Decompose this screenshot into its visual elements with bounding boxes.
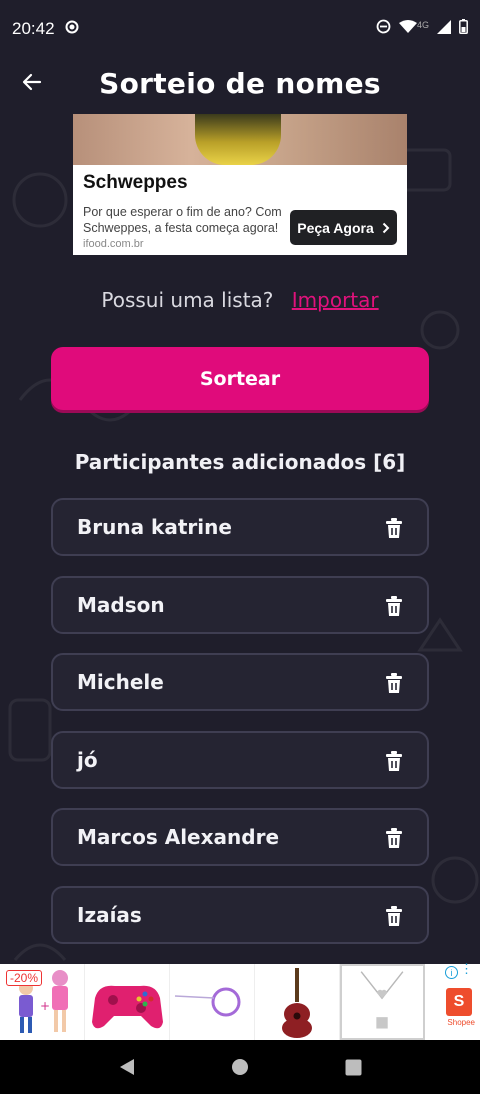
participant-name: Michele bbox=[77, 670, 164, 694]
cable-image bbox=[174, 987, 241, 1017]
trash-icon[interactable] bbox=[385, 595, 403, 617]
ad-product-guitar[interactable] bbox=[255, 964, 340, 1040]
trash-icon[interactable] bbox=[385, 750, 403, 772]
network-type: 4G bbox=[416, 20, 429, 30]
nav-back-button[interactable] bbox=[107, 1047, 147, 1087]
discount-badge: -20% bbox=[6, 970, 43, 986]
trash-icon[interactable] bbox=[385, 672, 403, 694]
participants-title: Participantes adicionados [6] bbox=[74, 450, 406, 474]
ad-more-icon[interactable]: ⋮ bbox=[460, 962, 473, 975]
trash-icon[interactable] bbox=[385, 517, 403, 539]
status-icons: 4G bbox=[376, 19, 468, 39]
ad-cta-label: Peça Agora bbox=[297, 219, 374, 236]
arrow-left-icon bbox=[22, 73, 42, 91]
ad-image bbox=[73, 114, 407, 165]
shopee-label: Shopee bbox=[447, 1018, 475, 1027]
back-button[interactable] bbox=[16, 66, 48, 98]
ad-text: Por que esperar o fim de ano? Com Schwep… bbox=[83, 205, 282, 235]
system-nav-bar bbox=[0, 1040, 480, 1094]
shopee-logo-icon: S bbox=[446, 988, 472, 1016]
participant-item: Madson bbox=[51, 575, 429, 634]
necklace-image bbox=[360, 971, 404, 1029]
app-header: Sorteio de nomes bbox=[0, 58, 480, 108]
ad-product-cable[interactable] bbox=[170, 964, 255, 1040]
participant-name: jó bbox=[77, 747, 98, 772]
participant-name: Marcos Alexandre bbox=[77, 825, 280, 849]
participant-name: Izaías bbox=[77, 902, 142, 927]
ad-product-necklace[interactable] bbox=[340, 964, 425, 1040]
svg-text:+: + bbox=[40, 999, 50, 1013]
import-link[interactable]: Importar bbox=[292, 288, 379, 312]
trash-icon[interactable] bbox=[385, 827, 403, 849]
import-question: Possui uma lista? bbox=[101, 288, 274, 312]
status-time: 20:42 bbox=[12, 19, 55, 38]
page-title: Sorteio de nomes bbox=[99, 66, 381, 100]
participant-item: jó bbox=[51, 730, 429, 789]
battery-icon bbox=[459, 19, 468, 39]
signal-icon bbox=[437, 19, 451, 39]
ad-bottle-image bbox=[195, 114, 281, 165]
ad-title: Schweppes bbox=[83, 172, 188, 193]
participant-item: Bruna katrine bbox=[51, 498, 429, 556]
chevron-right-icon bbox=[382, 222, 390, 233]
banner-ad[interactable]: Schweppes Por que esperar o fim de ano? … bbox=[73, 114, 407, 255]
controller-image bbox=[92, 985, 163, 1029]
record-icon bbox=[65, 19, 79, 39]
nav-recents-button[interactable] bbox=[333, 1047, 373, 1087]
participants-list: Bruna katrine Madson Michele jó Marcos A… bbox=[51, 498, 429, 963]
trash-icon[interactable] bbox=[385, 905, 403, 927]
status-bar: 20:42 4G bbox=[0, 0, 480, 58]
wifi-icon bbox=[398, 19, 417, 39]
ad-product-dolls[interactable]: -20% + bbox=[0, 964, 85, 1040]
participant-name: Madson bbox=[77, 592, 165, 617]
square-recents-icon bbox=[345, 1059, 362, 1075]
participant-name: Bruna katrine bbox=[77, 515, 232, 539]
import-row: Possui uma lista? Importar bbox=[0, 288, 480, 312]
participant-item: Marcos Alexandre bbox=[51, 808, 429, 866]
guitar-image bbox=[282, 968, 312, 1038]
dnd-icon bbox=[376, 19, 391, 39]
draw-button[interactable]: Sortear bbox=[51, 347, 429, 410]
ad-brand-tile[interactable]: i ⋮ S Shopee bbox=[425, 962, 480, 1040]
triangle-back-icon bbox=[119, 1059, 134, 1075]
participant-item: Michele bbox=[51, 653, 429, 711]
ad-cta-button[interactable]: Peça Agora bbox=[290, 210, 397, 245]
ad-domain: ifood.com.br bbox=[83, 238, 144, 250]
participant-item: Izaías bbox=[51, 885, 429, 944]
circle-home-icon bbox=[231, 1059, 248, 1075]
ad-product-controller[interactable] bbox=[85, 964, 170, 1040]
nav-home-button[interactable] bbox=[220, 1047, 260, 1087]
ad-info-icon[interactable]: i bbox=[445, 966, 458, 979]
bottom-banner-ad[interactable]: -20% + i ⋮ S Shopee bbox=[0, 962, 480, 1040]
